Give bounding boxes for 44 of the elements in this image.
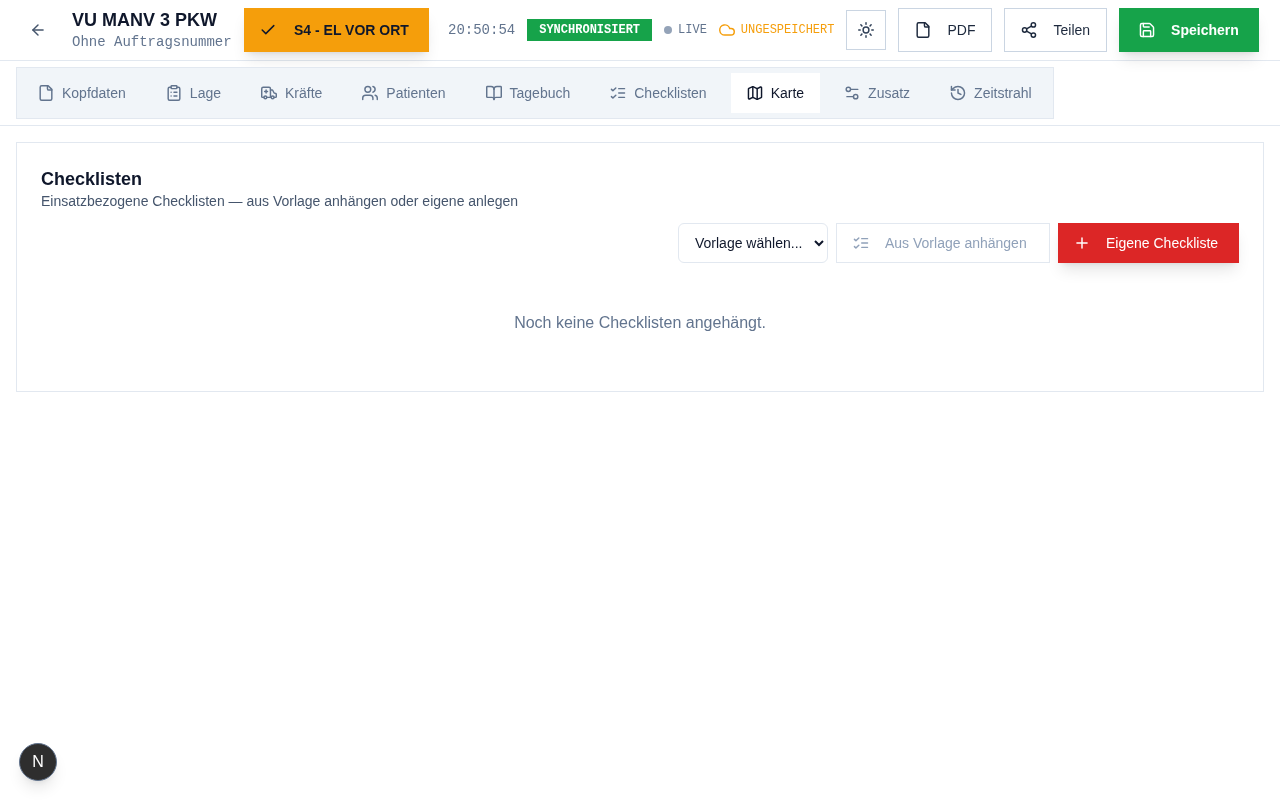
ambulance-icon [261, 85, 277, 101]
save-button[interactable]: Speichern [1119, 8, 1260, 52]
tab[interactable]: Kopfdaten [22, 73, 142, 113]
history-icon [950, 85, 967, 101]
empty-state-message: Noch keine Checklisten angehängt. [513, 313, 767, 333]
save-state-label: UNGESPEICHERT [740, 22, 835, 38]
template-select[interactable]: Vorlage wählen... [678, 223, 828, 263]
tab[interactable]: Karte [730, 73, 821, 113]
clock-time: 20:50:54 [448, 21, 516, 40]
cloud-icon [718, 22, 735, 38]
file-icon [915, 22, 932, 38]
dev-badge[interactable]: N [19, 743, 57, 781]
status-button[interactable]: S4 - EL VOR ORT [244, 8, 429, 52]
arrow-left-icon [30, 22, 46, 38]
sun-icon [858, 22, 875, 38]
tab[interactable]: Kräfte [245, 73, 339, 113]
file-icon [38, 85, 54, 101]
pdf-button[interactable]: PDF [898, 8, 993, 52]
map-icon [746, 85, 763, 101]
tab[interactable]: Lage [149, 73, 237, 113]
card-title: Checklisten [41, 168, 144, 191]
tab[interactable]: Zeitstrahl [934, 73, 1048, 113]
add-checklist-button[interactable]: Eigene Checkliste [1058, 223, 1239, 263]
tab[interactable]: Tagebuch [469, 73, 587, 113]
book-icon [485, 85, 502, 101]
save-icon [1139, 22, 1156, 38]
tab[interactable]: Patienten [346, 73, 462, 113]
checklist-icon [610, 85, 627, 101]
share-button[interactable]: Teilen [1004, 8, 1108, 52]
sync-badge: SYNCHRONISIERT [527, 19, 653, 41]
back-button[interactable] [30, 22, 46, 38]
users-icon [362, 85, 379, 101]
order-number-subtitle: Ohne Auftragsnummer [72, 33, 232, 52]
sliders-icon [844, 85, 861, 101]
theme-toggle-button[interactable] [846, 10, 887, 50]
plus-icon [1074, 235, 1090, 251]
tab[interactable]: Zusatz [828, 73, 927, 113]
incident-title: VU MANV 3 PKW [72, 9, 218, 32]
card-description: Einsatzbezogene Checklisten — aus Vorlage anhängen oder eigene anlegen [41, 192, 520, 211]
clipboard-icon [165, 85, 182, 101]
checklist-icon [853, 235, 869, 251]
live-label: LIVE [678, 22, 707, 38]
share-icon [1021, 22, 1038, 38]
tab[interactable]: Checklisten [594, 73, 723, 113]
